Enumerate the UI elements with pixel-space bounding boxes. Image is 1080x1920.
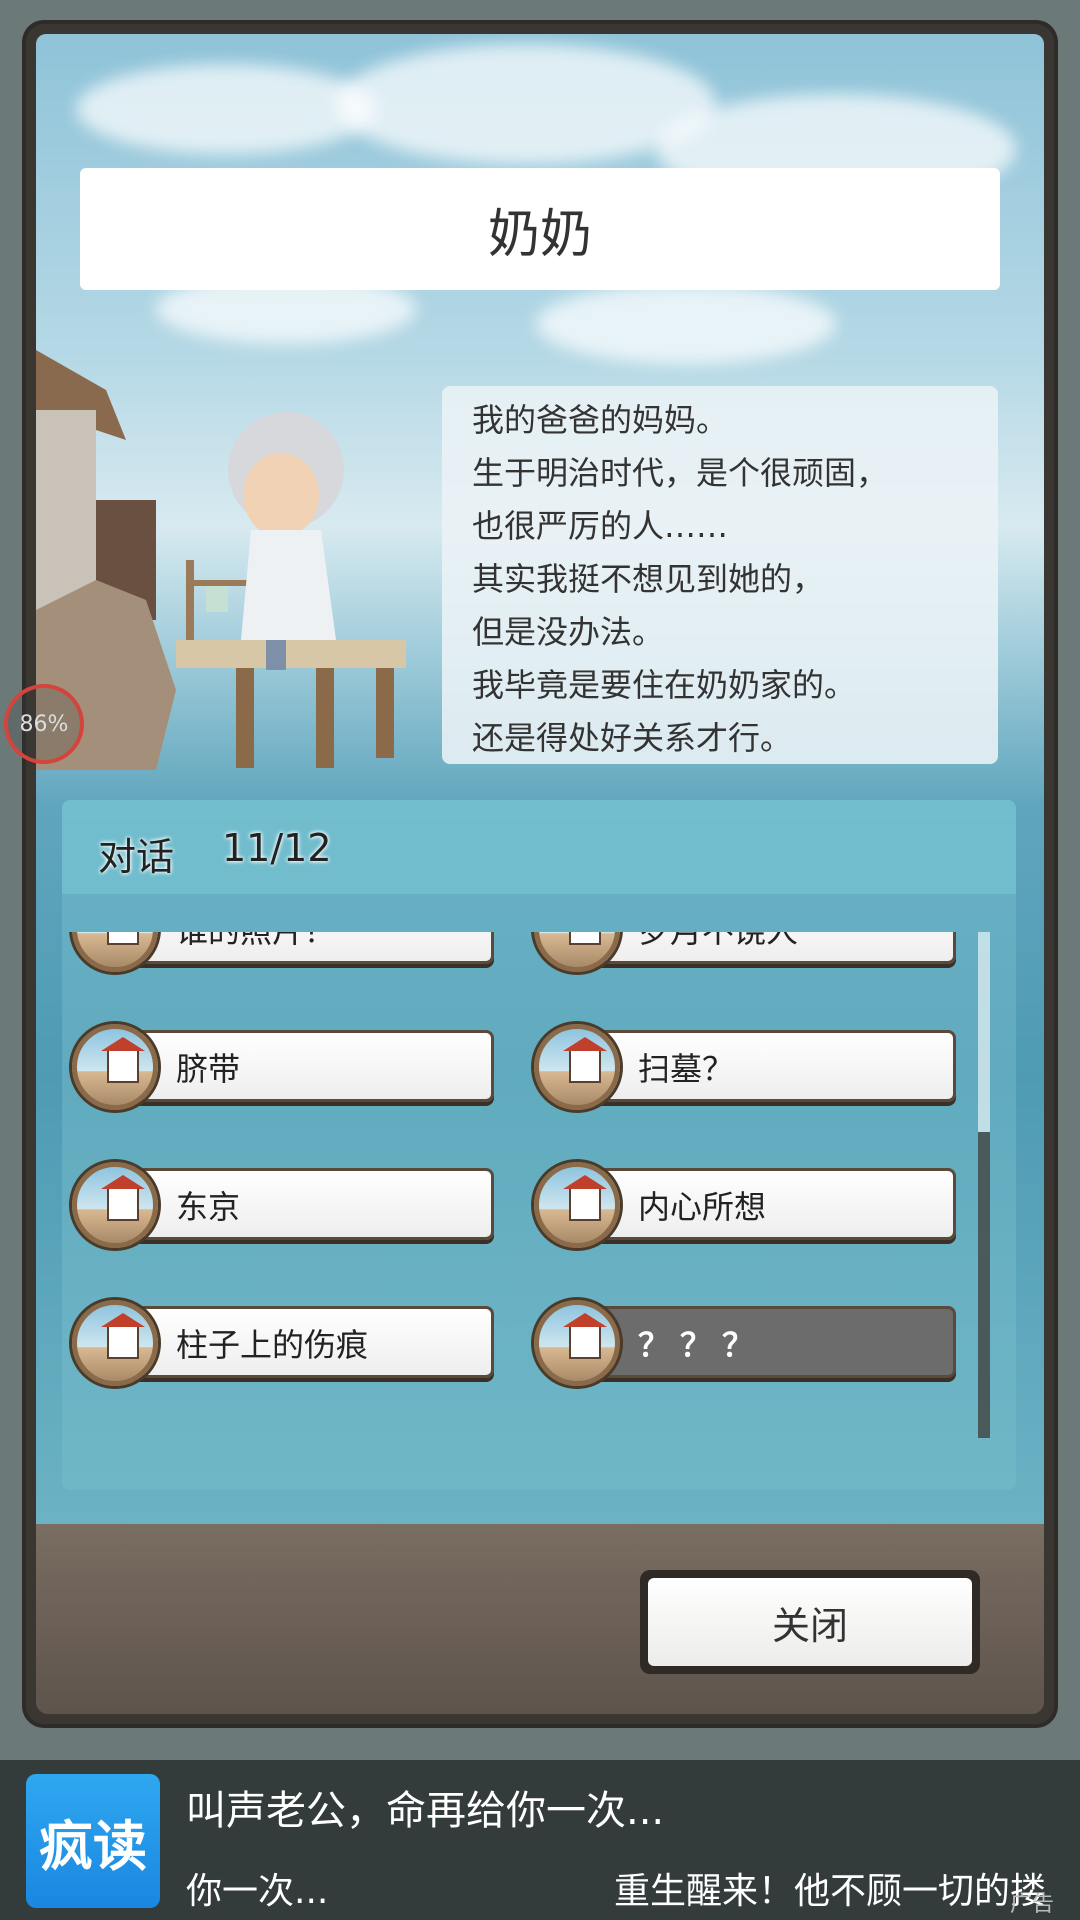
house-icon <box>72 1024 158 1110</box>
dialog-option-label: 扫墓？ <box>638 1050 735 1088</box>
dialog-option-label: 岁月不饶人 <box>638 932 798 952</box>
dialog-option[interactable]: 东京 <box>72 1162 494 1248</box>
options-scrollbar[interactable] <box>978 932 990 1438</box>
house-icon <box>534 932 620 972</box>
dialog-option-label: 脐带 <box>176 1050 241 1088</box>
house-icon <box>72 932 158 972</box>
house-icon <box>534 1024 620 1110</box>
grandma-illustration <box>36 350 426 770</box>
house-icon <box>534 1300 620 1386</box>
dialog-option[interactable]: 扫墓？ <box>534 1024 956 1110</box>
dialog-options-list[interactable]: 谁的照片？ 岁月不饶人 脐带 扫墓？ 东京 内心所想 <box>62 932 1016 1452</box>
ad-subtitle-right: 重生醒来！他不顾一切的搂 <box>614 1871 1047 1912</box>
dialog-option-label: 柱子上的伤痕 <box>176 1326 369 1364</box>
description-line: 我的爸爸的妈妈。 <box>472 401 729 439</box>
dialog-option-locked[interactable]: ？？？ <box>534 1300 956 1386</box>
description-line: 我毕竟是要住在奶奶家的。 <box>472 666 857 704</box>
character-name-title: 奶奶 <box>80 168 1000 290</box>
description-line: 其实我挺不想见到她的， <box>472 560 825 598</box>
dialog-option[interactable]: 谁的照片？ <box>72 932 494 972</box>
description-line: 还是得处好关系才行。 <box>472 719 793 757</box>
ad-app-logo[interactable]: 疯读 <box>26 1774 160 1908</box>
description-line: 但是没办法。 <box>472 613 665 651</box>
house-icon <box>72 1162 158 1248</box>
dialog-option-label: 内心所想 <box>638 1188 767 1226</box>
dialog-option[interactable]: 内心所想 <box>534 1162 956 1248</box>
description-line: 也很严厉的人…… <box>472 507 729 545</box>
character-description: 我的爸爸的妈妈。 生于明治时代，是个很顽固， 也很严厉的人…… 其实我挺不想见到… <box>442 386 998 764</box>
dialog-option-label: 谁的照片？ <box>176 932 336 952</box>
ad-subtitle-left: 你一次... <box>186 1871 329 1912</box>
scrollbar-thumb[interactable] <box>978 1132 990 1438</box>
dialog-count: 11/12 <box>222 826 332 870</box>
ad-label: 广告 <box>1010 1892 1055 1917</box>
dialog-header: 对话 11/12 <box>62 800 1016 894</box>
dialog-option-label: ？？？ <box>638 1326 765 1364</box>
close-button-label: 关闭 <box>648 1578 972 1666</box>
close-button[interactable]: 关闭 <box>640 1570 980 1674</box>
ad-title[interactable]: 叫声老公，命再给你一次... <box>186 1778 664 1836</box>
progress-indicator[interactable]: 86% <box>4 684 84 764</box>
dialog-option[interactable]: 柱子上的伤痕 <box>72 1300 494 1386</box>
description-line: 生于明治时代，是个很顽固， <box>472 454 889 492</box>
dialog-option[interactable]: 脐带 <box>72 1024 494 1110</box>
dialog-title: 对话 <box>98 835 175 879</box>
dialog-option[interactable]: 岁月不饶人 <box>534 932 956 972</box>
dialog-panel: 对话 11/12 谁的照片？ 岁月不饶人 脐带 扫墓？ 东京 <box>62 800 1016 1490</box>
house-icon <box>72 1300 158 1386</box>
house-icon <box>534 1162 620 1248</box>
dialog-option-label: 东京 <box>176 1188 241 1226</box>
